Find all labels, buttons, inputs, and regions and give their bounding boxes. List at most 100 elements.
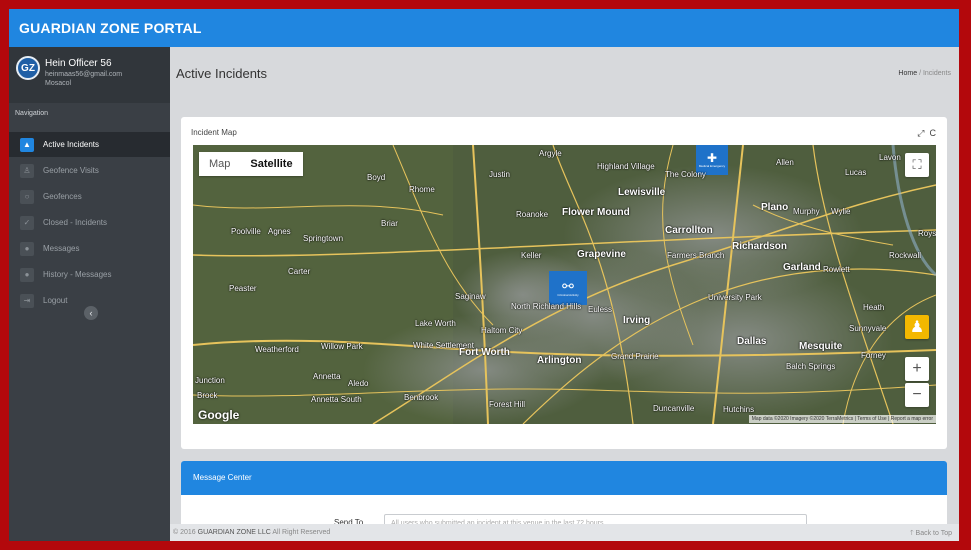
map-place-label: Fort Worth — [459, 347, 510, 358]
sidebar: GZ Hein Officer 56 heinmaas56@gmail.com … — [9, 47, 170, 541]
map-place-label: Richardson — [732, 241, 788, 252]
map-place-label: Duncanville — [653, 404, 695, 413]
map-place-label: Grand Prairie — [611, 352, 659, 361]
map-place-label: Rowlett — [823, 265, 850, 274]
map-place-label: Irving — [623, 315, 651, 326]
user-name: Hein Officer 56 — [45, 58, 112, 69]
incident-map[interactable]: Map Satellite ⛶ ♟ + − ✚ Medical Emergenc… — [193, 145, 936, 424]
sidebar-item-closed-incidents[interactable]: ✓ Closed - Incidents — [9, 210, 170, 235]
zoom-in-button[interactable]: + — [905, 357, 929, 381]
map-attribution[interactable]: Map data ©2020 Imagery ©2020 TerraMetric… — [748, 415, 936, 423]
check-icon: ✓ — [20, 215, 34, 230]
map-place-label: Mesquite — [799, 341, 843, 352]
marker-label: Medical Emergency — [698, 164, 726, 168]
map-place-label: Carrollton — [665, 225, 713, 236]
handcuffs-icon: ⚯ — [562, 278, 574, 294]
sidebar-item-label: Geofences — [43, 192, 82, 201]
incident-map-card: Incident Map ⤢C Map Satellite ⛶ ♟ + − ✚ … — [181, 117, 947, 449]
avatar[interactable]: GZ — [16, 56, 40, 80]
user-profile: GZ Hein Officer 56 heinmaas56@gmail.com … — [9, 47, 170, 103]
app-title[interactable]: GUARDIAN ZONE PORTAL — [19, 20, 202, 36]
sidebar-item-label: Active Incidents — [43, 140, 100, 149]
map-place-label: Springtown — [303, 234, 344, 243]
back-to-top-link[interactable]: 🡑 Back to Top — [910, 529, 952, 540]
map-place-label: Justin — [489, 170, 510, 179]
map-place-label: Royse — [918, 229, 936, 238]
sidebar-item-label: Closed - Incidents — [43, 218, 108, 227]
footer: © 2016 GUARDIAN ZONE LLC All Right Reser… — [170, 524, 959, 541]
map-place-label: Euless — [588, 305, 613, 314]
map-place-label: Heath — [863, 303, 885, 312]
zoom-out-button[interactable]: − — [905, 383, 929, 407]
map-place-label: Lucas — [845, 168, 867, 177]
sidebar-item-geofences[interactable]: ○ Geofences — [9, 184, 170, 209]
logout-icon: ⇥ — [20, 293, 34, 308]
map-place-label: Allen — [776, 158, 794, 167]
map-place-label: Plano — [761, 202, 789, 213]
map-place-label: Benbrook — [404, 393, 439, 402]
chat-icon: ● — [20, 241, 34, 256]
arrow-up-icon: 🡑 — [909, 530, 914, 537]
message-center-header: Message Center — [181, 461, 947, 495]
map-place-label: Brock — [197, 391, 218, 400]
refresh-icon[interactable]: C — [930, 128, 942, 138]
map-place-label: Dallas — [737, 336, 767, 347]
sidebar-item-active-incidents[interactable]: ▲ Active Incidents — [9, 132, 170, 157]
copyright: © 2016 GUARDIAN ZONE LLC All Right Reser… — [173, 529, 330, 536]
copyright-prefix: © 2016 — [173, 529, 196, 536]
incident-marker-criminal[interactable]: ⚯ Criminal Activity — [549, 271, 587, 305]
map-place-label: Poolville — [231, 227, 261, 236]
map-place-label: Willow Park — [321, 342, 363, 351]
page-header: Active Incidents Home / Incidents — [170, 47, 959, 99]
fullscreen-icon[interactable]: ⛶ — [905, 153, 929, 177]
map-place-label: Sunnyvale — [849, 324, 887, 333]
sidebar-item-geofence-visits[interactable]: ♙ Geofence Visits — [9, 158, 170, 183]
message-center-title: Message Center — [193, 473, 252, 482]
sidebar-collapse-button[interactable]: ‹ — [84, 306, 98, 320]
map-place-label: Murphy — [793, 207, 820, 216]
google-logo: Google — [198, 408, 240, 422]
user-location: Mosacol — [45, 80, 72, 87]
map-place-label: Lewisville — [618, 187, 666, 198]
map-place-label: Annetta — [313, 372, 341, 381]
map-place-label: Keller — [521, 251, 542, 260]
expand-icon[interactable]: ⤢ — [917, 128, 929, 138]
card-title: Incident Map — [191, 128, 237, 137]
back-to-top-label: Back to Top — [915, 530, 952, 537]
sidebar-item-label: Geofence Visits — [43, 166, 99, 175]
message-center-card: Message Center Send To All users who sub… — [181, 461, 947, 531]
map-place-label: Flower Mound — [562, 207, 630, 218]
circle-icon: ○ — [20, 189, 34, 204]
chat-icon: ● — [20, 267, 34, 282]
map-place-label: Highland Village — [597, 162, 655, 171]
sidebar-item-label: History - Messages — [43, 270, 112, 279]
map-place-label: Argyle — [539, 149, 562, 158]
pegman-icon[interactable]: ♟ — [905, 315, 929, 339]
map-type-map-button[interactable]: Map — [199, 152, 240, 176]
map-place-label: Wylie — [831, 207, 851, 216]
sidebar-item-messages[interactable]: ● Messages — [9, 236, 170, 261]
map-place-label: Garland — [783, 262, 821, 273]
map-type-control: Map Satellite — [199, 152, 303, 176]
map-place-label: Roanoke — [516, 210, 549, 219]
page-title: Active Incidents — [176, 66, 268, 81]
map-place-label: Agnes — [268, 227, 291, 236]
marker-label: Criminal Activity — [557, 293, 579, 297]
map-type-satellite-button[interactable]: Satellite — [240, 152, 302, 176]
map-place-label: Carter — [288, 267, 311, 276]
sidebar-item-label: Logout — [43, 296, 68, 305]
map-place-label: Peaster — [229, 284, 257, 293]
card-tools: ⤢C — [917, 128, 941, 139]
map-place-label: Annetta South — [311, 395, 362, 404]
map-place-label: Saginaw — [455, 292, 486, 301]
map-place-label: Grapevine — [577, 249, 626, 260]
map-place-label: Hutchins — [723, 405, 755, 414]
user-email: heinmaas56@gmail.com — [45, 71, 123, 78]
map-place-label: Lake Worth — [415, 319, 456, 328]
map-place-label: Boyd — [367, 173, 386, 182]
breadcrumb-home[interactable]: Home — [898, 70, 917, 77]
breadcrumb-current: Incidents — [922, 70, 951, 77]
sidebar-item-history-messages[interactable]: ● History - Messages — [9, 262, 170, 287]
top-bar: GUARDIAN ZONE PORTAL — [9, 9, 959, 47]
sidebar-item-label: Messages — [43, 244, 80, 253]
